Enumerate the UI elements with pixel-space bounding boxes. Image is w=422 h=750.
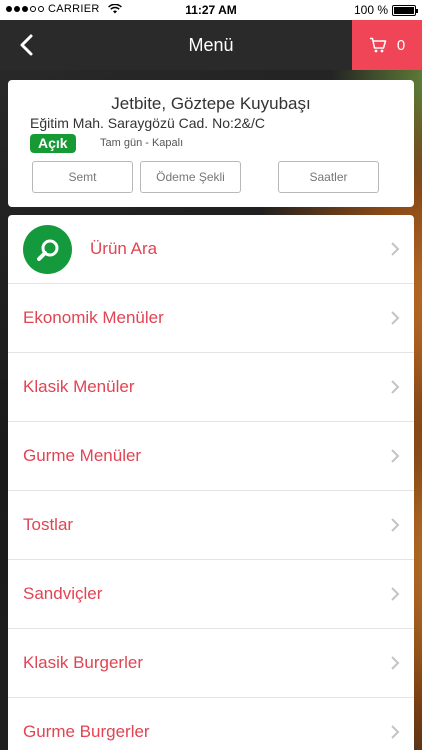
menu-item-klasik-burgerler[interactable]: Klasik Burgerler <box>8 629 414 698</box>
cart-icon <box>369 37 387 53</box>
navigation-bar: Menü 0 <box>0 20 422 70</box>
menu-item-label: Sandviçler <box>23 584 103 603</box>
hours-text: Tam gün - Kapalı <box>100 137 184 149</box>
battery-text: 100 % <box>353 3 388 17</box>
menu-item-label: Gurme Menüler <box>23 446 142 465</box>
menu-item-ekonomik-menuler[interactable]: Ekonomik Menüler <box>8 284 414 353</box>
search-products-item[interactable]: Ürün Ara <box>8 215 414 284</box>
menu-item-sandvicler[interactable]: Sandviçler <box>8 560 414 629</box>
chevron-right-icon <box>391 380 400 394</box>
menu-item-label: Klasik Menüler <box>23 377 135 396</box>
chevron-right-icon <box>391 725 400 739</box>
hours-button[interactable]: Saatler <box>278 161 379 193</box>
menu-item-label: Ekonomik Menüler <box>23 308 164 327</box>
menu-category-list: Ürün Ara Ekonomik Menüler Klasik Menüler… <box>8 215 414 750</box>
menu-item-klasik-menuler[interactable]: Klasik Menüler <box>8 353 414 422</box>
chevron-right-icon <box>391 587 400 601</box>
status-badge: Açık <box>30 134 76 153</box>
status-bar: CARRIER 11:27 AM 100 % <box>0 0 422 20</box>
menu-item-label: Klasik Burgerler <box>23 653 143 672</box>
menu-item-gurme-burgerler[interactable]: Gurme Burgerler <box>8 698 414 750</box>
chevron-right-icon <box>391 449 400 463</box>
store-address: Eğitim Mah. Saraygözü Cad. No:2&/C <box>30 115 265 131</box>
chevron-right-icon <box>391 311 400 325</box>
search-products-label: Ürün Ara <box>90 239 158 258</box>
menu-item-tostlar[interactable]: Tostlar <box>8 491 414 560</box>
chevron-right-icon <box>391 518 400 532</box>
cart-count: 0 <box>396 36 406 54</box>
chevron-right-icon <box>391 656 400 670</box>
status-right: 100 % <box>353 3 418 17</box>
battery-fill <box>394 6 414 14</box>
menu-item-label: Gurme Burgerler <box>23 722 150 741</box>
cart-button[interactable]: 0 <box>352 20 422 70</box>
search-icon <box>23 225 72 274</box>
store-name: Jetbite, Göztepe Kuyubaşı <box>111 94 311 113</box>
menu-item-gurme-menuler[interactable]: Gurme Menüler <box>8 422 414 491</box>
chevron-right-icon <box>391 242 400 256</box>
menu-item-label: Tostlar <box>23 515 74 534</box>
payment-method-button[interactable]: Ödeme Şekli <box>140 161 241 193</box>
semt-button[interactable]: Semt <box>32 161 133 193</box>
store-info-card: Jetbite, Göztepe Kuyubaşı Eğitim Mah. Sa… <box>8 80 414 207</box>
battery-icon <box>392 4 418 16</box>
